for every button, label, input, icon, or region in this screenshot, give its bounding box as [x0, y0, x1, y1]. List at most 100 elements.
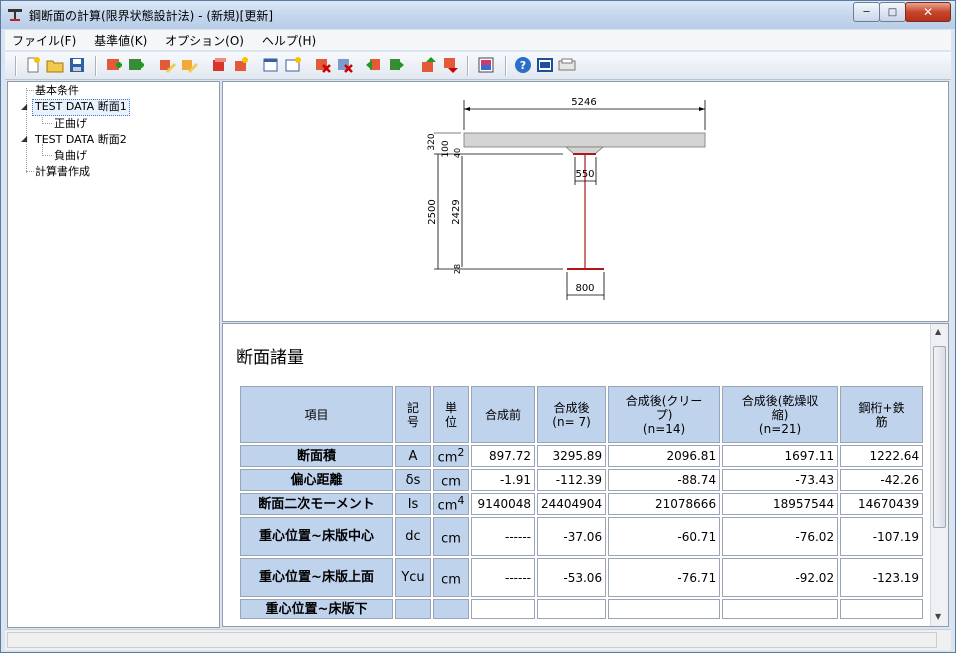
scroll-down-icon[interactable]: ▼: [935, 612, 941, 621]
value-cell[interactable]: 3295.89: [537, 445, 607, 467]
section-properties-panel: 断面諸量 項目 記号 単位 合成前 合成後 (n= 7) 合成後(クリー プ) (n=…: [222, 323, 949, 627]
value-cell[interactable]: -1.91: [471, 469, 535, 491]
row-symbol: Is: [395, 493, 431, 515]
value-cell[interactable]: -92.02: [722, 558, 839, 597]
value-cell[interactable]: -76.02: [722, 517, 839, 556]
vertical-scrollbar[interactable]: ▲ ▼: [930, 324, 948, 626]
value-cell[interactable]: ------: [471, 517, 535, 556]
copy2-icon[interactable]: [232, 56, 250, 74]
window2-icon[interactable]: [284, 56, 302, 74]
row-unit: cm4: [433, 493, 469, 515]
add-green2-icon[interactable]: [127, 56, 145, 74]
prev-icon[interactable]: [365, 56, 383, 74]
tree-item-section2[interactable]: TEST DATA 断面2: [35, 132, 127, 147]
value-cell[interactable]: 21078666: [608, 493, 721, 515]
tree-item-section1[interactable]: TEST DATA 断面1: [32, 99, 130, 116]
scroll-up-icon[interactable]: ▲: [935, 327, 941, 336]
value-cell[interactable]: 897.72: [471, 445, 535, 467]
up-icon[interactable]: [419, 56, 437, 74]
value-cell[interactable]: -53.06: [537, 558, 607, 597]
value-cell[interactable]: -37.06: [537, 517, 607, 556]
value-cell[interactable]: ------: [471, 558, 535, 597]
value-cell[interactable]: -123.19: [840, 558, 924, 597]
value-cell[interactable]: [471, 599, 535, 619]
next-icon[interactable]: [387, 56, 405, 74]
edit-icon[interactable]: [158, 56, 176, 74]
value-cell[interactable]: [608, 599, 721, 619]
row-unit-base: cm: [441, 474, 461, 490]
maximize-button[interactable]: □: [879, 2, 906, 22]
row-item-label: 重心位置~床版上面: [240, 558, 393, 597]
value-cell[interactable]: -60.71: [608, 517, 721, 556]
status-bar: [5, 629, 951, 650]
tree-item-report[interactable]: 計算書作成: [35, 164, 90, 179]
haunch: [564, 146, 605, 155]
delete2-icon[interactable]: [336, 56, 354, 74]
toolbar: ?: [5, 52, 951, 80]
dim-web-height: 2429: [451, 199, 462, 224]
minimize-button[interactable]: ─: [853, 2, 880, 22]
collapse-icon[interactable]: ◢: [21, 102, 27, 111]
value-cell[interactable]: 24404904: [537, 493, 607, 515]
header-after-composite: 合成後 (n= 7): [537, 386, 607, 443]
value-cell[interactable]: 18957544: [722, 493, 839, 515]
value-cell[interactable]: -42.26: [840, 469, 924, 491]
menu-standard[interactable]: 基準値(K): [87, 30, 154, 49]
add-green-icon[interactable]: [105, 56, 123, 74]
row-unit-exponent: 4: [457, 494, 465, 508]
calc-icon[interactable]: [536, 56, 554, 74]
print-icon[interactable]: [558, 56, 576, 74]
value-cell[interactable]: -107.19: [840, 517, 924, 556]
delete-icon[interactable]: [314, 56, 332, 74]
save-icon[interactable]: [68, 56, 86, 74]
menu-options[interactable]: オプション(O): [158, 30, 251, 49]
value-cell[interactable]: -112.39: [537, 469, 607, 491]
row-unit: cm: [433, 517, 469, 556]
value-cell[interactable]: [840, 599, 924, 619]
value-cell[interactable]: -73.43: [722, 469, 839, 491]
open-folder-icon[interactable]: [46, 56, 64, 74]
menu-bar: ファイル(F) 基準値(K) オプション(O) ヘルプ(H): [5, 30, 951, 50]
tree-line: [26, 171, 34, 172]
value-cell[interactable]: -88.74: [608, 469, 721, 491]
image-view-icon[interactable]: [477, 56, 495, 74]
toolbar-separator: [467, 56, 469, 76]
down-icon[interactable]: [441, 56, 459, 74]
value-cell[interactable]: 1222.64: [840, 445, 924, 467]
tree-line: [26, 88, 27, 173]
row-item-label: 重心位置~床版中心: [240, 517, 393, 556]
help-icon[interactable]: ?: [514, 56, 532, 74]
scrollbar-thumb[interactable]: [933, 346, 946, 528]
row-unit-base: cm: [437, 450, 458, 466]
section-tree: 基本条件 ◢ TEST DATA 断面1 正曲げ ◢ TEST DATA 断面2…: [7, 81, 220, 628]
tree-item-positive-bending[interactable]: 正曲げ: [54, 116, 87, 131]
value-cell[interactable]: 14670439: [840, 493, 924, 515]
app-icon: [8, 9, 22, 21]
row-unit-exponent: 2: [457, 446, 465, 460]
value-cell[interactable]: [722, 599, 839, 619]
close-button[interactable]: ✕: [905, 2, 951, 22]
menu-help[interactable]: ヘルプ(H): [255, 30, 323, 49]
collapse-icon[interactable]: ◢: [21, 134, 27, 143]
row-symbol: dc: [395, 517, 431, 556]
value-cell[interactable]: -76.71: [608, 558, 721, 597]
tree-item-negative-bending[interactable]: 負曲げ: [54, 148, 87, 163]
deck-slab: [463, 132, 706, 148]
row-unit: [433, 599, 469, 619]
tree-item-basic-conditions[interactable]: 基本条件: [35, 83, 79, 98]
value-cell[interactable]: [537, 599, 607, 619]
menu-file[interactable]: ファイル(F): [5, 30, 83, 49]
window-title: 鋼断面の計算(限界状態設計法) - (新規)[更新]: [29, 9, 274, 23]
copy-red-icon[interactable]: [210, 56, 228, 74]
row-unit-base: cm: [437, 498, 458, 514]
window-icon[interactable]: [262, 56, 280, 74]
title-bar[interactable]: 鋼断面の計算(限界状態設計法) - (新規)[更新] ─ □ ✕: [1, 1, 955, 29]
toolbar-separator: [505, 56, 507, 76]
edit2-icon[interactable]: [180, 56, 198, 74]
value-cell[interactable]: 9140048: [471, 493, 535, 515]
value-cell[interactable]: 1697.11: [722, 445, 839, 467]
new-file-icon[interactable]: [24, 56, 42, 74]
header-after-shrinkage: 合成後(乾燥収 縮) (n=21): [722, 386, 839, 443]
value-cell[interactable]: 2096.81: [608, 445, 721, 467]
header-item: 項目: [240, 386, 393, 443]
